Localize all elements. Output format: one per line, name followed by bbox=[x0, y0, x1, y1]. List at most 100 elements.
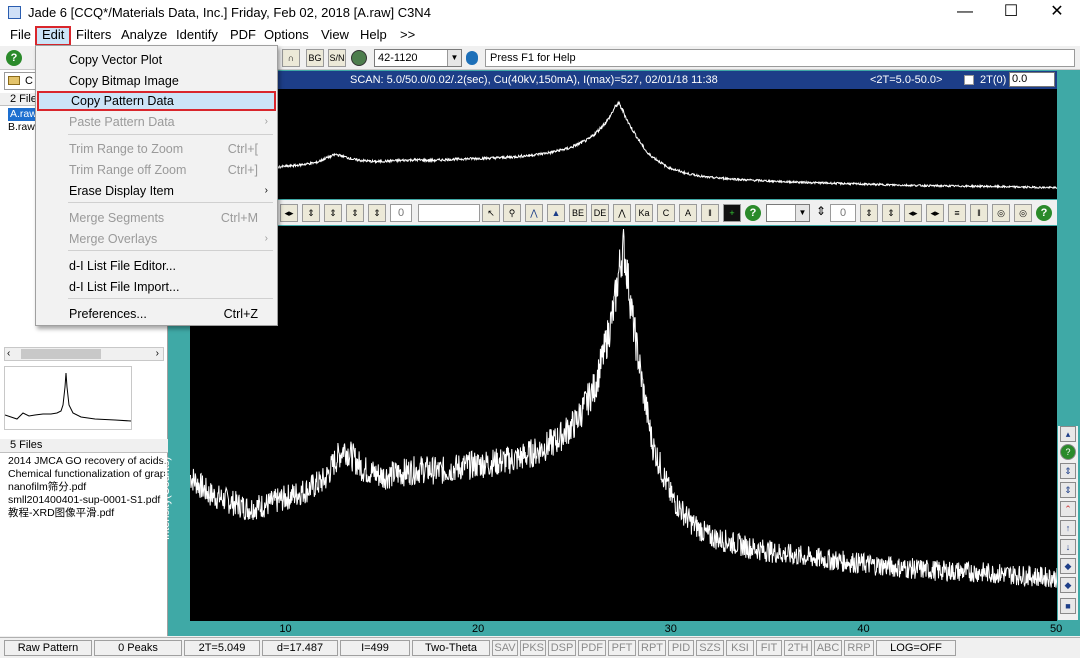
status-pdf[interactable]: PDF bbox=[578, 640, 606, 656]
marker-icon[interactable]: ◆ bbox=[1060, 577, 1076, 593]
ka-icon[interactable]: ⋀ bbox=[613, 204, 631, 222]
status-2th[interactable]: 2TH bbox=[784, 640, 812, 656]
spinner-icon[interactable]: ⇕ bbox=[816, 204, 826, 218]
menu-item-erase-display-item[interactable]: Erase Display Item › bbox=[37, 181, 276, 201]
help-icon[interactable]: ? bbox=[745, 205, 761, 221]
scroll-down-icon[interactable]: ⇕ bbox=[324, 204, 342, 222]
menu-item-dl-list-file-editor[interactable]: d-I List File Editor... bbox=[37, 256, 276, 276]
chevron-up-icon[interactable]: ⌃ bbox=[1060, 501, 1076, 517]
help-icon[interactable]: ? bbox=[1036, 205, 1052, 221]
step2-icon[interactable]: ⇕ bbox=[368, 204, 386, 222]
menu-analyze[interactable]: Analyze bbox=[116, 26, 172, 46]
menu-item-preferences[interactable]: Preferences... Ctrl+Z bbox=[37, 304, 276, 324]
drop-icon[interactable] bbox=[466, 51, 478, 65]
histogram-icon[interactable]: ‖ bbox=[970, 204, 988, 222]
minimize-button[interactable]: — bbox=[942, 0, 988, 26]
status-pks[interactable]: PKS bbox=[520, 640, 546, 656]
menu-more[interactable]: >> bbox=[395, 26, 420, 46]
status-pid[interactable]: PID bbox=[668, 640, 694, 656]
status-rpt[interactable]: RPT bbox=[638, 640, 666, 656]
status-dsp[interactable]: DSP bbox=[548, 640, 576, 656]
close-button[interactable]: ✕ bbox=[1034, 0, 1080, 26]
cursor-icon[interactable]: ↖ bbox=[482, 204, 500, 222]
horizontal-scrollbar[interactable]: ‹ › bbox=[4, 347, 164, 361]
list-icon[interactable]: ≡ bbox=[948, 204, 966, 222]
offset-input[interactable]: 0.0 bbox=[1009, 72, 1055, 87]
menu-file[interactable]: File bbox=[5, 26, 36, 46]
peak-search-icon[interactable]: ▲ bbox=[547, 204, 565, 222]
menu-pdf[interactable]: PDF bbox=[225, 26, 261, 46]
background-edit-icon[interactable]: BE bbox=[569, 204, 587, 222]
collapse-icon[interactable]: ⇕ bbox=[1060, 482, 1076, 498]
zoom-icon[interactable]: ⚲ bbox=[503, 204, 521, 222]
status-szs[interactable]: SZS bbox=[696, 640, 724, 656]
menu-edit[interactable]: Edit bbox=[35, 26, 72, 46]
menu-item-trim-range-to-zoom[interactable]: Trim Range to Zoom Ctrl+[ bbox=[37, 139, 276, 159]
menu-item-trim-range-off-zoom[interactable]: Trim Range off Zoom Ctrl+] bbox=[37, 160, 276, 180]
doc-item[interactable]: 教程-XRD图像平滑.pdf bbox=[8, 507, 166, 520]
status-fit[interactable]: FIT bbox=[756, 640, 782, 656]
menu-item-copy-bitmap-image[interactable]: Copy Bitmap Image bbox=[37, 71, 276, 91]
grid-icon[interactable]: + bbox=[723, 204, 741, 222]
menu-help[interactable]: Help bbox=[355, 26, 392, 46]
smooth-button[interactable]: S/N bbox=[328, 49, 346, 67]
status-axis-mode[interactable]: Two-Theta bbox=[412, 640, 490, 656]
step-field[interactable]: 0 bbox=[390, 204, 412, 222]
help-icon[interactable]: ? bbox=[1060, 444, 1076, 460]
cursor-c-icon[interactable]: C bbox=[657, 204, 675, 222]
menu-identify[interactable]: Identify bbox=[171, 26, 223, 46]
pattern-icon[interactable]: ⋀ bbox=[525, 204, 543, 222]
overlay-combo[interactable]: ▼ bbox=[766, 204, 810, 222]
menu-item-copy-vector-plot[interactable]: Copy Vector Plot bbox=[37, 50, 276, 70]
status-pft[interactable]: PFT bbox=[608, 640, 636, 656]
zoom-out-icon[interactable]: ◂▸ bbox=[280, 204, 298, 222]
menu-item-merge-overlays[interactable]: Merge Overlays › bbox=[37, 229, 276, 249]
scroll-top-icon[interactable]: ▴ bbox=[1060, 426, 1076, 442]
file-item-b[interactable]: B.raw bbox=[8, 121, 35, 134]
menu-item-copy-pattern-data[interactable]: Copy Pattern Data bbox=[37, 91, 276, 111]
scale-up-icon[interactable]: ⇕ bbox=[860, 204, 878, 222]
axis-mode-checkbox[interactable] bbox=[964, 75, 974, 85]
chevron-down-icon[interactable]: ▼ bbox=[447, 50, 461, 66]
ka2-icon[interactable]: Ka bbox=[635, 204, 653, 222]
scroll-left-icon[interactable]: ‹ bbox=[7, 348, 10, 359]
menu-options[interactable]: Options bbox=[259, 26, 314, 46]
arrow-down-icon[interactable]: ↓ bbox=[1060, 539, 1076, 555]
doc-item[interactable]: Chemical functionalization of graph bbox=[8, 468, 166, 481]
overlay-field[interactable]: 0 bbox=[830, 204, 856, 222]
chevron-down-icon[interactable]: ▼ bbox=[795, 205, 809, 221]
doc-item[interactable]: 2014 JMCA GO recovery of acids.p bbox=[8, 455, 166, 468]
scroll-thumb[interactable] bbox=[21, 349, 101, 359]
menu-item-paste-pattern-data[interactable]: Paste Pattern Data › bbox=[37, 112, 276, 132]
shift-icon[interactable]: ◂▸ bbox=[904, 204, 922, 222]
menu-filters[interactable]: Filters bbox=[71, 26, 116, 46]
label-icon[interactable]: A bbox=[679, 204, 697, 222]
search-field[interactable] bbox=[418, 204, 480, 222]
doc-item[interactable]: nanofilm筛分.pdf bbox=[8, 481, 166, 494]
scroll-up-icon[interactable]: ⇕ bbox=[302, 204, 320, 222]
scroll-right-icon[interactable]: › bbox=[156, 348, 159, 359]
arrow-up-icon[interactable]: ↑ bbox=[1060, 520, 1076, 536]
menu-view[interactable]: View bbox=[316, 26, 354, 46]
status-abc[interactable]: ABC bbox=[814, 640, 842, 656]
diamond-icon[interactable]: ◆ bbox=[1060, 558, 1076, 574]
doc-item[interactable]: smll201400401-sup-0001-S1.pdf bbox=[8, 494, 166, 507]
status-log[interactable]: LOG=OFF bbox=[876, 640, 956, 656]
d-edit-icon[interactable]: DE bbox=[591, 204, 609, 222]
status-rrp[interactable]: RRP bbox=[844, 640, 874, 656]
menu-item-dl-list-file-import[interactable]: d-I List File Import... bbox=[37, 277, 276, 297]
step-icon[interactable]: ⇕ bbox=[346, 204, 364, 222]
bars-icon[interactable]: ‖ bbox=[701, 204, 719, 222]
status-sav[interactable]: SAV bbox=[492, 640, 518, 656]
target-icon[interactable]: ◎ bbox=[1014, 204, 1032, 222]
status-ksi[interactable]: KSI bbox=[726, 640, 754, 656]
shift2-icon[interactable]: ◂▸ bbox=[926, 204, 944, 222]
settings-icon[interactable]: ◎ bbox=[992, 204, 1010, 222]
stop-icon[interactable]: ■ bbox=[1060, 598, 1076, 614]
globe-icon[interactable] bbox=[351, 50, 367, 66]
pdf-combo[interactable]: 42-1120 ▼ bbox=[374, 49, 462, 67]
peak-icon[interactable]: ∩ bbox=[282, 49, 300, 67]
menu-item-merge-segments[interactable]: Merge Segments Ctrl+M bbox=[37, 208, 276, 228]
scale-down-icon[interactable]: ⇕ bbox=[882, 204, 900, 222]
background-button[interactable]: BG bbox=[306, 49, 324, 67]
